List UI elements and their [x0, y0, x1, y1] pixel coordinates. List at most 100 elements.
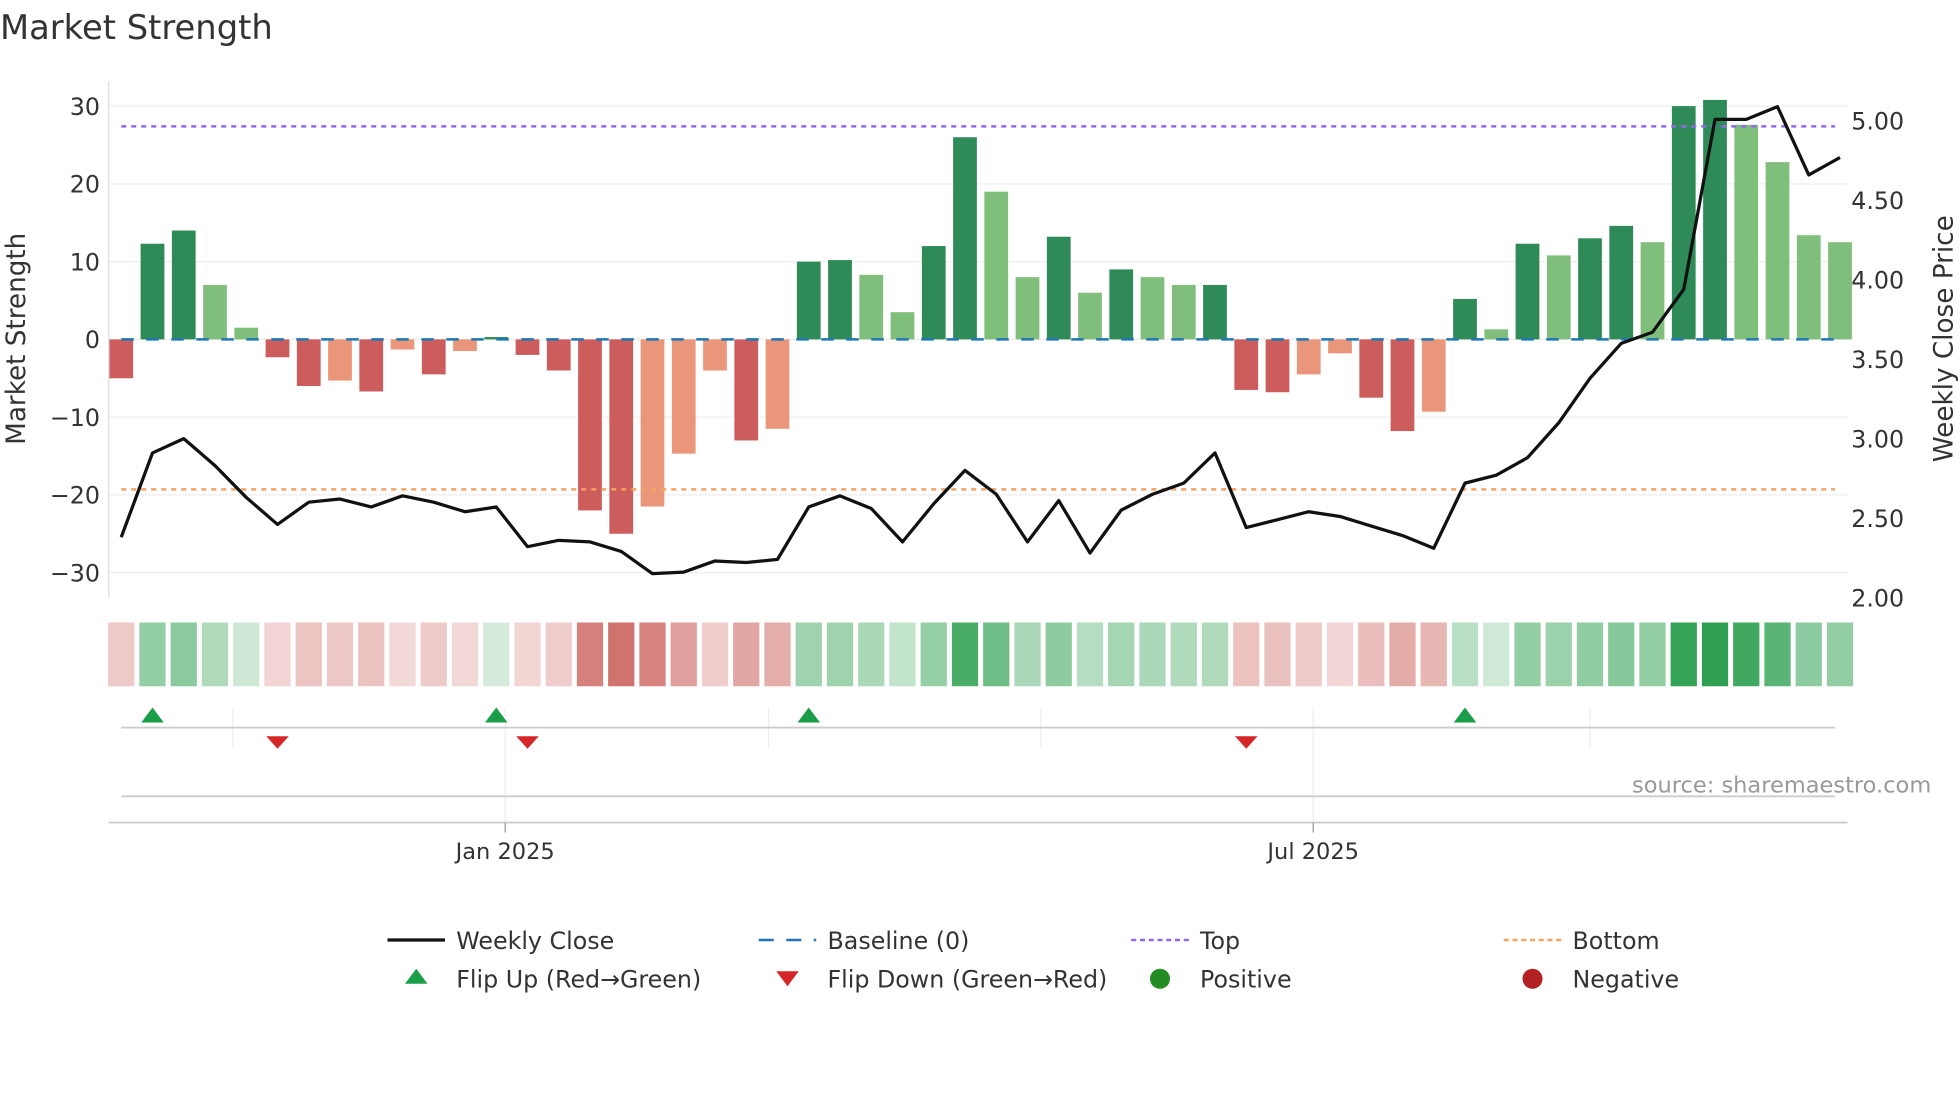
heatmap-cell	[1670, 622, 1697, 687]
heatmap-cell	[233, 622, 260, 687]
strength-bar	[359, 339, 384, 392]
legend-label: Positive	[1200, 966, 1292, 994]
y2-tick-label: 4.00	[1851, 267, 1904, 295]
strength-bar	[859, 274, 884, 340]
flip-down-marker	[516, 736, 539, 749]
heatmap-cell	[733, 622, 760, 687]
strength-bar	[1328, 339, 1352, 354]
heatmap-cell	[1764, 622, 1791, 687]
heatmap-cell	[326, 622, 354, 687]
strength-bar	[1546, 255, 1571, 340]
heatmap-cell	[1639, 622, 1666, 687]
heatmap-cell	[920, 622, 947, 687]
heatmap-cell	[1014, 622, 1041, 687]
y-axis-label: Market Strength	[2, 233, 32, 445]
heatmap-cell	[1826, 622, 1854, 687]
heatmap-cell	[389, 622, 416, 687]
strength-bar	[1046, 236, 1071, 340]
strength-bar	[1828, 242, 1852, 340]
heatmap-cell	[1701, 622, 1729, 687]
heatmap-cell	[1170, 622, 1197, 687]
y2-tick-label: 4.50	[1851, 187, 1904, 215]
heatmap-cell	[608, 622, 635, 687]
heatmap-cell	[1264, 622, 1291, 687]
strength-bar	[1796, 235, 1821, 340]
heatmap-cell	[201, 622, 229, 687]
strength-bar	[546, 339, 571, 371]
heatmap-cell	[170, 622, 197, 687]
x-tick-label: Jul 2025	[1265, 839, 1359, 865]
strength-bar	[1640, 242, 1665, 340]
heatmap-cell	[701, 622, 729, 687]
heatmap-cell	[1326, 622, 1354, 687]
strength-bars	[109, 99, 1852, 534]
strength-bar	[921, 246, 946, 340]
heatmap-cell	[670, 622, 697, 687]
strength-bar	[109, 339, 134, 379]
heatmap-cell	[764, 622, 791, 687]
strength-bar	[578, 339, 602, 511]
strength-bar	[203, 284, 227, 340]
strength-bar	[1609, 225, 1634, 340]
heatmap-cell	[1108, 622, 1135, 687]
heatmap-cell	[139, 622, 166, 687]
strength-bar	[1515, 243, 1540, 340]
flip-down-marker	[1235, 736, 1258, 749]
y-tick-label: 0	[85, 326, 100, 354]
flip-up-marker	[141, 707, 164, 723]
y2-tick-label: 2.50	[1851, 505, 1904, 533]
strength-bar	[1203, 284, 1227, 340]
heatmap-cell	[1358, 622, 1385, 687]
heatmap-cell	[514, 622, 541, 687]
strength-bar	[453, 339, 477, 352]
heatmap-cell	[451, 622, 479, 687]
strength-bar	[234, 327, 259, 340]
heatmap-cell	[264, 622, 291, 687]
heatmap-cell	[1608, 622, 1635, 687]
strength-bar	[1234, 339, 1259, 390]
heatmap-cell	[1201, 622, 1229, 687]
heatmap-cell	[295, 622, 322, 687]
strength-bar	[421, 339, 446, 375]
heatmap-cell	[1295, 622, 1322, 687]
legend-label: Flip Up (Red→Green)	[456, 966, 701, 994]
triangle-up-icon	[405, 968, 428, 984]
strength-bar	[265, 339, 290, 358]
strength-bar	[1671, 106, 1696, 340]
strength-bar	[1171, 284, 1196, 340]
strength-bar	[765, 339, 790, 429]
heatmap-strip	[108, 622, 1854, 687]
strength-bar	[390, 339, 415, 350]
circle-icon	[1150, 968, 1170, 989]
flip-up-marker	[797, 707, 820, 723]
y2-tick-label: 5.00	[1851, 108, 1904, 136]
strength-bar	[984, 191, 1009, 340]
heatmap-cell	[1076, 622, 1104, 687]
strength-bar	[171, 230, 196, 340]
strength-bar	[1390, 339, 1415, 432]
heatmap-cell	[483, 622, 510, 687]
heatmap-cell	[858, 622, 885, 687]
market-strength-chart: Market Strength −30 −20 −10 0 10 20 30 2.00 2.50…	[0, 8, 1960, 994]
strength-bar	[1265, 339, 1290, 393]
strength-bar	[1109, 269, 1134, 340]
heatmap-cell	[1576, 622, 1604, 687]
heatmap-cell	[1451, 622, 1479, 687]
strength-bar	[1140, 277, 1165, 340]
strength-bar	[671, 339, 696, 454]
reference-lines	[121, 125, 1835, 491]
heatmap-cell	[1733, 622, 1760, 687]
heatmap-cell	[983, 622, 1010, 687]
legend: Weekly Close Baseline (0) Top Bottom Flip Up…	[387, 927, 1679, 994]
strength-bar	[828, 260, 852, 340]
strength-bar	[1359, 339, 1384, 398]
strength-bar	[1734, 124, 1759, 340]
strength-bar	[890, 312, 915, 340]
heatmap-cell	[889, 622, 916, 687]
strength-bar	[609, 339, 634, 534]
strength-bar	[328, 339, 352, 381]
y-tick-label: 30	[70, 93, 100, 121]
y-tick-label: 20	[70, 171, 100, 199]
heatmap-cell	[1420, 622, 1447, 687]
y-tick-label: 10	[70, 248, 100, 276]
